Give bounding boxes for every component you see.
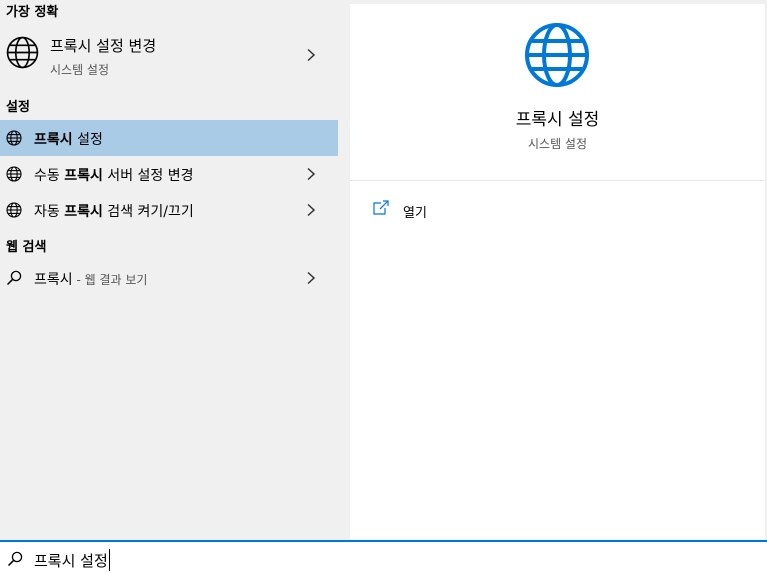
search-icon xyxy=(7,551,23,567)
preview-subtitle: 시스템 설정 xyxy=(527,137,587,151)
best-match-title: 프록시 설정 변경 xyxy=(50,37,157,55)
chevron-right-icon[interactable] xyxy=(304,203,318,217)
open-external-icon xyxy=(373,200,389,215)
settings-item-label: 자동 프록시 검색 켜기/끄기 xyxy=(34,204,194,220)
settings-item-label: 프록시 설정 xyxy=(34,132,103,148)
chevron-right-icon[interactable] xyxy=(304,167,318,181)
globe-icon xyxy=(6,130,22,146)
open-action[interactable]: 열기 xyxy=(372,200,572,224)
globe-icon xyxy=(6,166,22,182)
globe-icon xyxy=(525,23,589,87)
settings-item-label: 수동 프록시 서버 설정 변경 xyxy=(34,168,194,184)
globe-icon xyxy=(6,36,39,69)
preview-header: 프록시 설정 시스템 설정 xyxy=(350,4,765,181)
preview-title: 프록시 설정 xyxy=(515,110,600,130)
search-input[interactable]: 프록시 설정 xyxy=(34,549,110,571)
best-match-item[interactable]: 프록시 설정 변경 시스템 설정 xyxy=(0,28,338,84)
best-match-subtitle: 시스템 설정 xyxy=(50,63,110,77)
settings-item-auto-proxy[interactable]: 자동 프록시 검색 켜기/끄기 xyxy=(0,192,338,228)
open-label: 열기 xyxy=(403,206,427,221)
chevron-right-icon[interactable] xyxy=(304,48,318,62)
preview-pane: 프록시 설정 시스템 설정 열기 xyxy=(350,4,765,539)
settings-item-manual-proxy[interactable]: 수동 프록시 서버 설정 변경 xyxy=(0,156,338,192)
results-pane: 가장 정확 프록시 설정 변경 시스템 설정 설정 프록시 설정 수동 프록시 … xyxy=(0,0,338,540)
search-bar[interactable]: 프록시 설정 xyxy=(0,540,767,574)
search-icon xyxy=(6,270,22,286)
globe-icon xyxy=(6,202,22,218)
web-search-item[interactable]: 프록시 - 웹 결과 보기 xyxy=(0,260,338,296)
web-search-label: 프록시 - 웹 결과 보기 xyxy=(34,272,148,288)
chevron-right-icon[interactable] xyxy=(304,271,318,285)
settings-header: 설정 xyxy=(6,100,30,115)
text-caret xyxy=(108,549,110,571)
best-match-header: 가장 정확 xyxy=(6,5,59,20)
settings-item-proxy-settings[interactable]: 프록시 설정 xyxy=(0,120,338,156)
web-search-header: 웹 검색 xyxy=(6,240,47,255)
